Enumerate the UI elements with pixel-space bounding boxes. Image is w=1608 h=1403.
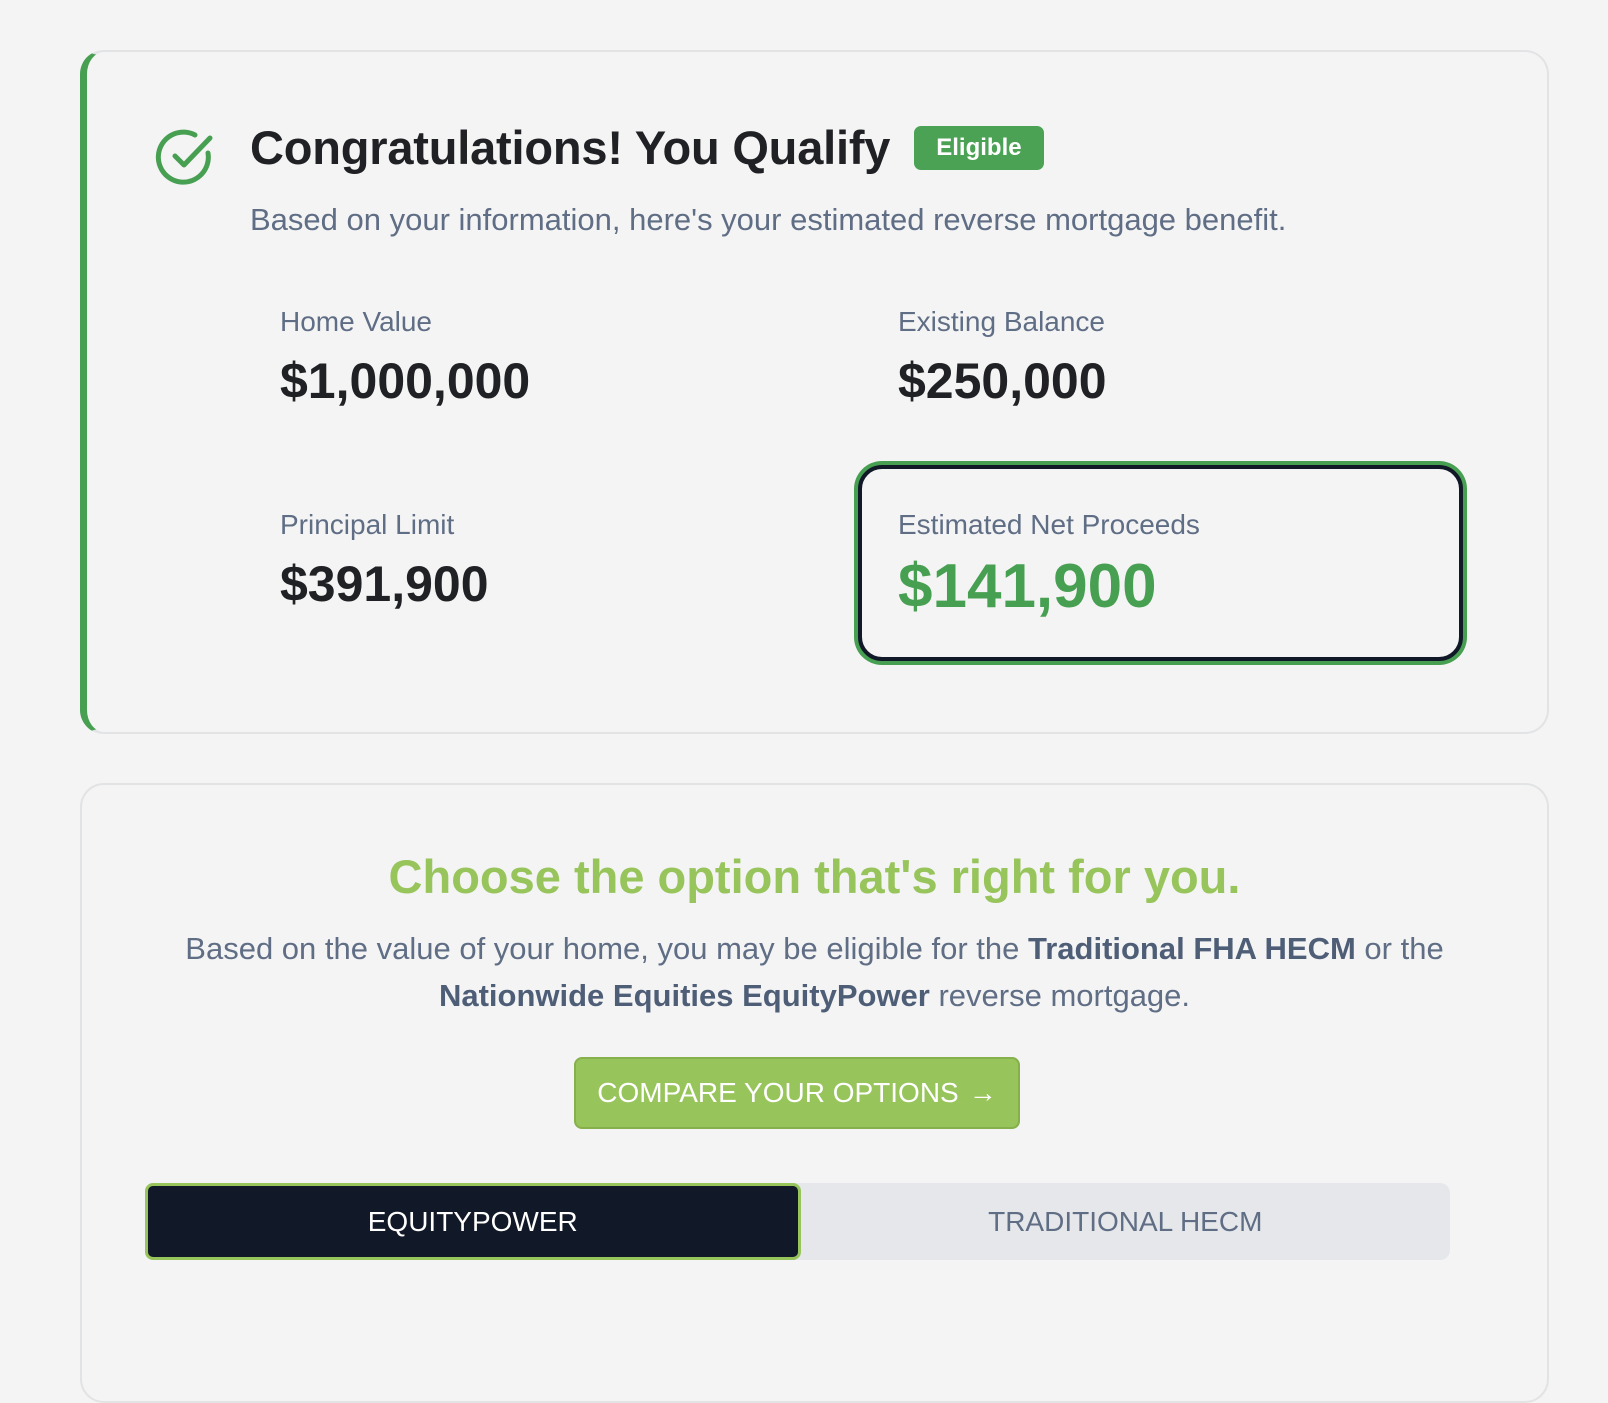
compare-options-label: COMPARE YOUR OPTIONS <box>597 1077 959 1108</box>
options-heading: Choose the option that's right for you. <box>388 850 1241 903</box>
title-row: Congratulations! You Qualify Eligible <box>250 120 1044 175</box>
qualification-result-card: Congratulations! You Qualify Eligible Ba… <box>80 50 1549 734</box>
arrow-right-icon: → <box>968 1077 997 1108</box>
result-title: Congratulations! You Qualify <box>250 121 891 174</box>
home-value-amount: $1,000,000 <box>280 353 531 409</box>
tab-traditional-hecm[interactable]: TRADITIONAL HECM <box>801 1183 1451 1260</box>
tab-traditional-hecm-label: TRADITIONAL HECM <box>988 1205 1263 1237</box>
principal-limit-amount: $391,900 <box>280 556 489 612</box>
home-value-label: Home Value <box>280 306 433 337</box>
principal-limit-stat: Principal Limit $391,900 <box>280 509 489 613</box>
tab-equitypower[interactable]: EQUITYPOWER <box>145 1183 801 1260</box>
existing-balance-stat: Existing Balance $250,000 <box>898 306 1107 410</box>
net-proceeds-amount: $141,900 <box>898 552 1157 621</box>
options-text-part2: or the <box>1355 931 1444 966</box>
compare-options-button[interactable]: COMPARE YOUR OPTIONS → <box>574 1057 1020 1129</box>
traditional-fha-hecm-text: Traditional FHA HECM <box>1027 931 1356 966</box>
tab-equitypower-label: EQUITYPOWER <box>367 1205 578 1237</box>
principal-limit-label: Principal Limit <box>280 509 455 540</box>
check-circle-icon <box>155 129 213 185</box>
options-description: Based on the value of your home, you may… <box>142 925 1487 1019</box>
options-text-part3: reverse mortgage. <box>929 978 1191 1013</box>
options-card: Choose the option that's right for you. … <box>80 783 1549 1403</box>
home-value-stat: Home Value $1,000,000 <box>280 306 530 410</box>
existing-balance-label: Existing Balance <box>898 306 1106 337</box>
eligible-badge: Eligible <box>914 125 1044 170</box>
net-proceeds-label: Estimated Net Proceeds <box>898 509 1200 540</box>
existing-balance-amount: $250,000 <box>898 353 1107 409</box>
result-subtitle: Based on your information, here's your e… <box>250 202 1287 237</box>
options-text-part1: Based on the value of your home, you may… <box>185 931 1028 966</box>
equitypower-text: Nationwide Equities EquityPower <box>438 978 930 1013</box>
net-proceeds-box: Estimated Net Proceeds $141,900 <box>858 465 1463 661</box>
product-tabs: EQUITYPOWER TRADITIONAL HECM <box>145 1183 1450 1260</box>
